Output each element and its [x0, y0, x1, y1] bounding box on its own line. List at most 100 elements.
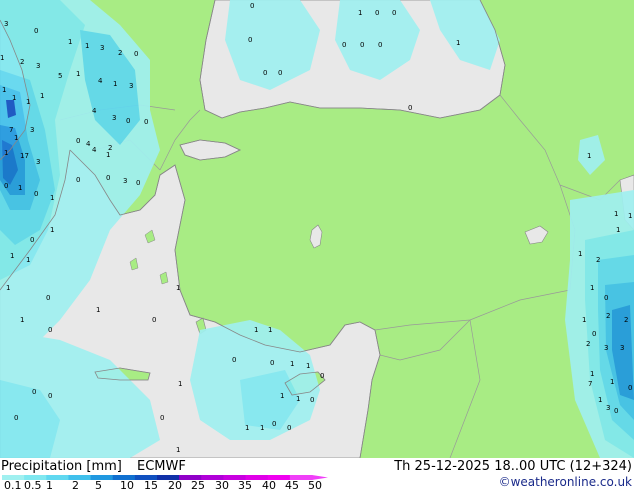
- scale-tick-label: 1: [46, 479, 53, 492]
- precip-value-label: 1: [106, 151, 110, 159]
- precip-value-label: 1: [10, 252, 14, 260]
- precip-value-label: 0: [144, 118, 148, 126]
- precip-value-label: 1: [68, 38, 72, 46]
- precip-value-label: 1: [280, 392, 284, 400]
- precip-value-label: 3: [36, 158, 40, 166]
- precip-value-label: 3: [606, 404, 610, 412]
- precip-value-label: 1: [14, 134, 18, 142]
- precip-value-label: 1: [610, 378, 614, 386]
- precip-value-label: 1: [50, 194, 54, 202]
- precip-value-label: 0: [250, 2, 254, 10]
- precip-value-label: 1: [40, 92, 44, 100]
- legend-title: Precipitation [mm]: [1, 459, 122, 474]
- precip-value-label: 0: [342, 41, 346, 49]
- precip-value-label: 1: [254, 326, 258, 334]
- precip-value-label: 0: [48, 326, 52, 334]
- precip-value-label: 17: [20, 152, 29, 160]
- precip-value-label: 1: [590, 370, 594, 378]
- precip-value-label: 1: [50, 226, 54, 234]
- precip-value-label: 4: [98, 77, 103, 85]
- precip-value-label: 0: [160, 414, 164, 422]
- precip-value-label: 0: [248, 36, 252, 44]
- precip-value-label: 0: [126, 117, 130, 125]
- precip-value-label: 2: [586, 340, 590, 348]
- precip-value-label: 0: [136, 179, 140, 187]
- precip-value-label: 2: [118, 49, 122, 57]
- precip-value-label: 0: [34, 190, 38, 198]
- precip-value-label: 1: [628, 212, 632, 220]
- precip-value-label: 3: [112, 114, 116, 122]
- precip-value-label: 0: [48, 392, 52, 400]
- precip-value-label: 2: [596, 256, 600, 264]
- precip-value-label: 1: [85, 42, 89, 50]
- precip-value-label: 1: [590, 284, 594, 292]
- precip-value-label: 0: [287, 424, 291, 432]
- precip-value-label: 0: [32, 388, 36, 396]
- precip-value-label: 1: [260, 424, 264, 432]
- valid-time: Th 25-12-2025 18..00 UTC (12+324): [394, 459, 632, 474]
- scale-tick-label: 50: [308, 479, 322, 492]
- precip-value-label: 3: [36, 62, 40, 70]
- precip-value-label: 5: [58, 72, 62, 80]
- precip-value-label: 0: [375, 9, 379, 17]
- scale-tick-label: 30: [215, 479, 229, 492]
- precip-value-label: 0: [592, 330, 596, 338]
- scale-tick-label: 40: [262, 479, 276, 492]
- scale-tick-label: 10: [120, 479, 134, 492]
- precip-value-label: 2: [624, 316, 628, 324]
- precip-value-label: 1: [4, 149, 8, 157]
- precip-value-label: 0: [278, 69, 282, 77]
- precip-value-label: 3: [30, 126, 34, 134]
- precip-value-label: 0: [614, 407, 618, 415]
- precip-value-label: 0: [604, 294, 608, 302]
- precip-value-label: 1: [268, 326, 272, 334]
- precip-value-label: 4: [86, 140, 91, 148]
- precip-value-label: 3: [620, 344, 624, 352]
- credit-link[interactable]: ©weatheronline.co.uk: [499, 475, 632, 489]
- model-name: ECMWF: [137, 459, 186, 474]
- precip-value-label: 0: [392, 9, 396, 17]
- precip-value-label: 0: [34, 27, 38, 35]
- precipitation-map: 1 0 0000 0 00 010301 1 32 01 2 35 14 1 311 1143 0 071731…: [0, 0, 634, 458]
- precip-value-label: 2: [606, 312, 610, 320]
- precip-value-label: 1: [616, 226, 620, 234]
- precip-value-label: 1: [18, 184, 22, 192]
- precip-value-label: 0: [263, 69, 267, 77]
- precip-value-label: 1: [598, 396, 602, 404]
- precip-value-label: 0: [272, 420, 276, 428]
- precip-value-label: 1: [20, 316, 24, 324]
- precip-value-label: 0: [106, 174, 110, 182]
- precip-value-label: 1: [245, 424, 249, 432]
- precip-value-label: 1: [12, 94, 16, 102]
- precip-value-label: 0: [628, 384, 632, 392]
- precip-value-label: 0: [378, 41, 382, 49]
- precip-value-label: 0: [76, 176, 80, 184]
- precip-value-label: 1: [176, 284, 180, 292]
- precip-value-label: 1: [6, 284, 10, 292]
- scale-tick-label: 0.1: [4, 479, 22, 492]
- precip-value-label: 0: [4, 182, 8, 190]
- precip-value-label: 3: [604, 344, 608, 352]
- precip-value-label: 0: [408, 104, 412, 112]
- precip-value-label: 1: [296, 395, 300, 403]
- precip-value-label: 1: [76, 70, 80, 78]
- scale-tick-label: 35: [238, 479, 252, 492]
- scale-tick-label: 45: [285, 479, 299, 492]
- precip-value-label: 0: [76, 137, 80, 145]
- precip-value-label: 0: [152, 316, 156, 324]
- precip-value-label: 3: [100, 44, 104, 52]
- precip-value-label: 0: [310, 396, 314, 404]
- precip-value-label: 0: [46, 294, 50, 302]
- scale-tick-label: 25: [191, 479, 205, 492]
- precip-value-label: 1: [26, 98, 30, 106]
- precip-value-label: 0: [134, 50, 138, 58]
- precip-value-label: 1: [587, 152, 591, 160]
- precip-value-label: 1: [290, 360, 294, 368]
- scale-tick-label: 5: [95, 479, 102, 492]
- precip-value-label: 1: [0, 54, 4, 62]
- precip-value-label: 1: [176, 446, 180, 454]
- precip-value-label: 0: [14, 414, 18, 422]
- precip-value-label: 3: [4, 20, 8, 28]
- precip-value-label: 1: [456, 39, 460, 47]
- map-footer: Precipitation [mm] ECMWF Th 25-12-2025 1…: [0, 458, 634, 492]
